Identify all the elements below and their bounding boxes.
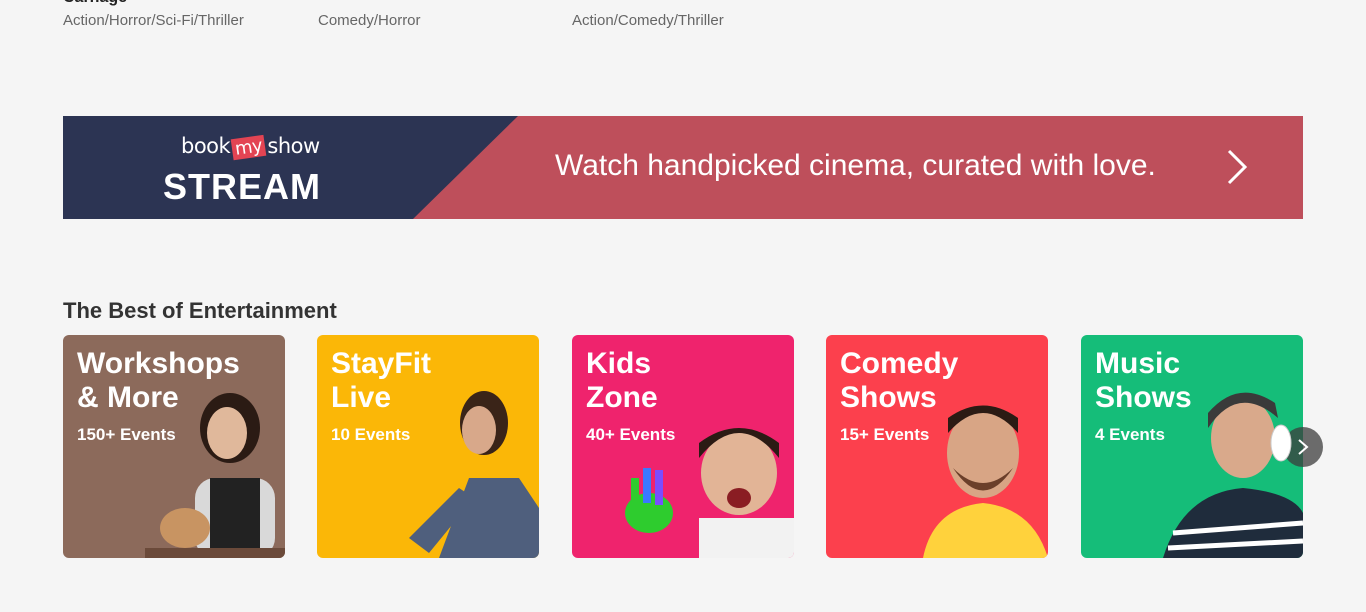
stream-banner-brand-panel: book my show STREAM bbox=[63, 116, 518, 219]
tile-title: Kids Zone bbox=[586, 347, 658, 414]
movie-card[interactable]: Carnage Action/Horror/Sci-Fi/Thriller bbox=[63, 0, 244, 30]
tile-event-count: 150+ Events bbox=[77, 425, 176, 444]
tile-comedy-shows[interactable]: Comedy Shows 15+ Events bbox=[826, 335, 1048, 558]
movie-title[interactable] bbox=[572, 0, 724, 8]
logo-show-text: show bbox=[267, 134, 320, 158]
tile-title: Workshops & More bbox=[77, 347, 240, 414]
tile-event-count: 10 Events bbox=[331, 425, 411, 444]
stream-tagline: Watch handpicked cinema, curated with lo… bbox=[555, 149, 1156, 182]
tile-title: Music Shows bbox=[1095, 347, 1192, 414]
tile-event-count: 15+ Events bbox=[840, 425, 930, 444]
stream-logo-text: STREAM bbox=[163, 166, 321, 207]
tile-stayfit[interactable]: StayFit Live 10 Events bbox=[317, 335, 539, 558]
section-title: The Best of Entertainment bbox=[63, 298, 337, 323]
logo-book-text: book bbox=[181, 134, 231, 158]
movie-list-partial: Carnage Action/Horror/Sci-Fi/Thriller Co… bbox=[63, 0, 1303, 38]
movie-title[interactable] bbox=[318, 0, 421, 8]
tile-event-count: 4 Events bbox=[1095, 425, 1165, 444]
tile-music-shows[interactable]: Music Shows 4 Events bbox=[1081, 335, 1303, 558]
tile-title: StayFit Live bbox=[331, 347, 432, 414]
bookmyshow-logo: book my show bbox=[181, 134, 320, 161]
entertainment-tiles: Workshops & More 150+ Events StayFit Liv… bbox=[63, 335, 1303, 558]
movie-genre: Comedy/Horror bbox=[318, 12, 421, 29]
stream-banner[interactable]: book my show STREAM Watch handpicked cinem… bbox=[63, 116, 1303, 219]
movie-card[interactable]: Comedy/Horror bbox=[318, 0, 421, 30]
logo-my-text: my bbox=[230, 134, 267, 161]
movie-card[interactable]: Action/Comedy/Thriller bbox=[572, 0, 724, 30]
movie-genre: Action/Horror/Sci-Fi/Thriller bbox=[63, 12, 244, 29]
tile-title: Comedy Shows bbox=[840, 347, 959, 414]
tile-event-count: 40+ Events bbox=[586, 425, 676, 444]
movie-genre: Action/Comedy/Thriller bbox=[572, 12, 724, 29]
chevron-right-icon[interactable] bbox=[1221, 149, 1251, 185]
movie-title[interactable]: Carnage bbox=[63, 0, 244, 8]
tile-workshops[interactable]: Workshops & More 150+ Events bbox=[63, 335, 285, 558]
tile-kids-zone[interactable]: Kids Zone 40+ Events bbox=[572, 335, 794, 558]
